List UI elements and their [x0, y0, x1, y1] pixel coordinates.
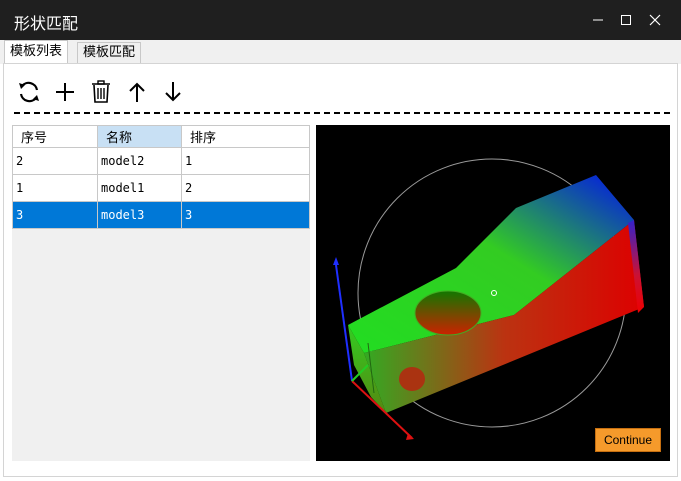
title-bar: 形状匹配 — [0, 0, 681, 40]
cell-name[interactable]: model1 — [97, 174, 182, 202]
table-row-selected[interactable]: 3 model3 3 — [12, 201, 310, 229]
table-row[interactable]: 2 model2 1 — [12, 147, 310, 175]
3d-model-viewport[interactable]: Continue — [316, 125, 670, 461]
cell-index[interactable]: 3 — [12, 201, 98, 229]
shape-match-window: 形状匹配 模板列表 模板匹配 序号 名称 排序 2 model2 1 1 mod… — [0, 0, 681, 481]
continue-button[interactable]: Continue — [595, 428, 661, 452]
maximize-button[interactable] — [611, 8, 641, 32]
toolbar-separator — [14, 112, 670, 114]
plus-icon — [56, 83, 74, 101]
move-down-button[interactable] — [159, 78, 187, 106]
move-up-button[interactable] — [123, 78, 151, 106]
cell-order[interactable]: 3 — [181, 201, 310, 229]
axis-z-arrow — [333, 257, 339, 265]
close-icon — [649, 14, 661, 26]
tab-template-match[interactable]: 模板匹配 — [77, 42, 142, 64]
model-side-hole — [399, 367, 425, 391]
table-row[interactable]: 1 model1 2 — [12, 174, 310, 202]
column-header-order[interactable]: 排序 — [181, 125, 310, 148]
template-table: 序号 名称 排序 2 model2 1 1 model1 2 3 model3 … — [12, 125, 310, 229]
cell-order[interactable]: 2 — [181, 174, 310, 202]
cell-index[interactable]: 1 — [12, 174, 98, 202]
add-button[interactable] — [51, 78, 79, 106]
trash-icon — [92, 80, 110, 103]
model-top-hole — [414, 290, 482, 336]
window-title: 形状匹配 — [14, 14, 79, 33]
tab-bar: 模板列表 模板匹配 — [0, 40, 681, 64]
table-header-row: 序号 名称 排序 — [12, 125, 310, 148]
column-header-index[interactable]: 序号 — [12, 125, 98, 148]
arrow-down-icon — [165, 82, 181, 102]
cell-index[interactable]: 2 — [12, 147, 98, 175]
refresh-button[interactable] — [15, 78, 43, 106]
maximize-icon — [621, 15, 631, 25]
minimize-icon — [593, 19, 603, 21]
template-list-pane: 序号 名称 排序 2 model2 1 1 model1 2 3 model3 … — [12, 125, 310, 461]
axis-z-line — [335, 264, 353, 382]
cell-order[interactable]: 1 — [181, 147, 310, 175]
delete-button[interactable] — [87, 78, 115, 106]
refresh-icon — [19, 81, 39, 103]
column-header-name[interactable]: 名称 — [97, 125, 182, 148]
arrow-up-icon — [129, 82, 145, 102]
cell-name[interactable]: model2 — [97, 147, 182, 175]
tab-content: 序号 名称 排序 2 model2 1 1 model1 2 3 model3 … — [3, 63, 678, 477]
tab-template-list[interactable]: 模板列表 — [4, 40, 69, 64]
cell-name[interactable]: model3 — [97, 201, 182, 229]
3d-model-render — [333, 158, 644, 440]
close-button[interactable] — [640, 8, 670, 32]
minimize-button[interactable] — [583, 8, 613, 32]
